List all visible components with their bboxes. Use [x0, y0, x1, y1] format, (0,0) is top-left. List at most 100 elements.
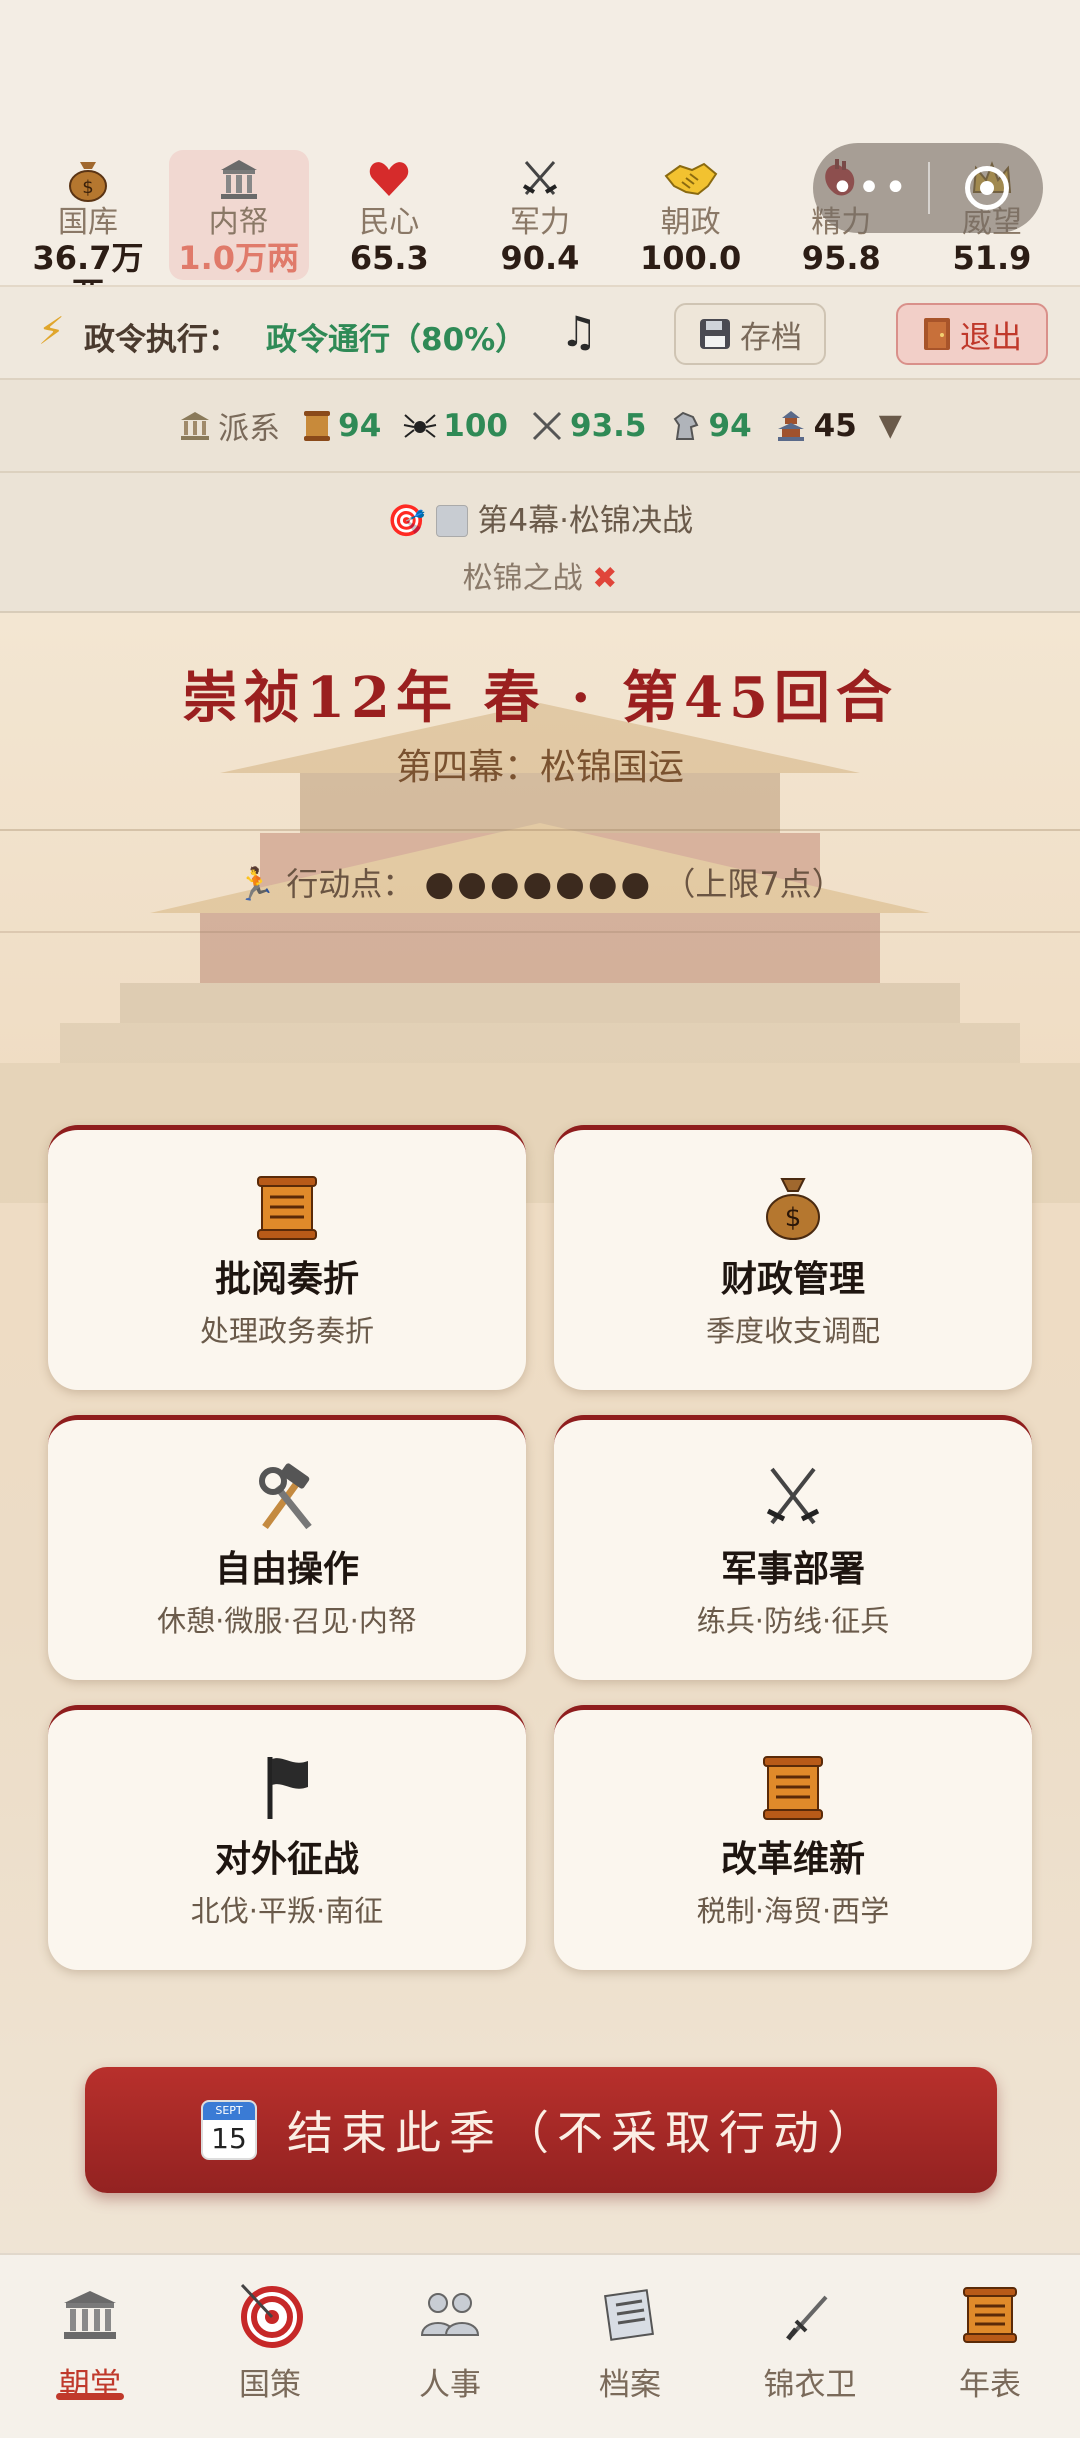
building-icon: [181, 411, 210, 440]
action-points-dots: ●●●●●●●: [424, 864, 654, 904]
stat-label: 国库: [58, 205, 118, 240]
stat-value: 100.0: [640, 239, 742, 277]
stat-value: 51.9: [952, 239, 1032, 277]
floppy-disk-icon: [700, 319, 730, 349]
tab-policy[interactable]: 国策: [180, 2255, 360, 2438]
top-status-area: $ 国库 36.7万两 内帑 1.0万两 民心 65.3 军力 90.4: [0, 0, 1080, 312]
chapter-panel: 🎯 第4幕·松锦决战 松锦之战 ✖: [0, 473, 1080, 613]
factions-bar[interactable]: 派系 94 100 93.5 94 45 ▼: [0, 380, 1080, 473]
stat-label: 朝政: [660, 205, 721, 240]
faction-value: 94: [338, 407, 382, 444]
heart-icon: [319, 156, 459, 206]
miniprogram-capsule: •••: [813, 143, 1043, 233]
divider: [0, 829, 1080, 831]
faction-item: 94: [302, 408, 381, 444]
more-menu-icon[interactable]: •••: [813, 165, 928, 211]
card-subtitle: 处理政务奏折: [199, 1314, 374, 1348]
card-reform[interactable]: 改革维新 税制·海贸·西学: [554, 1705, 1032, 1970]
palace-icon: [64, 2291, 116, 2339]
card-subtitle: 北伐·平叛·南征: [190, 1894, 384, 1928]
lightning-icon: ⚡: [38, 309, 65, 353]
battle-name: 松锦之战: [462, 561, 583, 596]
save-label: 存档: [740, 319, 802, 356]
tab-label: 国策: [239, 2367, 301, 2403]
calendar-day: 15: [211, 2122, 247, 2155]
stat-value: 95.8: [801, 239, 881, 277]
end-season-label: 结束此季（不采取行动）: [287, 2106, 881, 2160]
pagoda-icon: [777, 410, 804, 441]
stat-privy-purse[interactable]: 内帑 1.0万两: [168, 150, 309, 280]
card-expedition[interactable]: 对外征战 北伐·平叛·南征: [48, 1705, 526, 1970]
tab-label: 锦衣卫: [763, 2367, 857, 2403]
turn-headline: 崇祯12年 春 · 第45回合: [182, 665, 898, 731]
spider-icon: [404, 413, 437, 438]
faction-item: 100: [403, 408, 508, 444]
card-subtitle: 休憩·微服·召见·内帑: [157, 1604, 417, 1638]
faction-item: 94: [669, 408, 752, 444]
handshake-icon: [621, 156, 761, 206]
card-free-action[interactable]: 自由操作 休憩·微服·召见·内帑: [48, 1415, 526, 1680]
stat-treasury[interactable]: $ 国库 36.7万两: [18, 150, 158, 312]
card-title: 军事部署: [720, 1549, 865, 1590]
crossed-swords-icon: [766, 1467, 820, 1525]
door-icon: [924, 318, 950, 350]
runner-icon: 🏃: [236, 865, 277, 903]
target-icon: 🎯: [387, 503, 426, 539]
tab-archives[interactable]: 档案: [540, 2255, 720, 2438]
action-points-limit: （上限7点）: [663, 865, 844, 903]
tab-label: 朝堂: [59, 2367, 121, 2403]
faction-value: 93.5: [570, 407, 647, 444]
stat-military[interactable]: 军力 90.4: [470, 150, 610, 280]
crossed-swords-icon: [470, 156, 610, 206]
scroll-icon: [763, 1756, 823, 1820]
building-icon: [169, 156, 309, 206]
stat-court[interactable]: 朝政 100.0: [621, 150, 761, 280]
faction-item: 45: [774, 408, 857, 444]
svg-text:$: $: [82, 177, 93, 198]
calendar-month: SEPT: [203, 2102, 255, 2120]
faction-value: 45: [813, 407, 857, 444]
act-subtitle: 第四幕：松锦国运: [395, 747, 684, 788]
money-bag-icon: $: [18, 156, 158, 206]
horse-icon: [673, 411, 698, 440]
close-miniprogram-button[interactable]: [930, 166, 1043, 210]
end-season-button[interactable]: SEPT 15 结束此季（不采取行动）: [85, 2067, 997, 2193]
exit-button[interactable]: 退出: [896, 303, 1048, 365]
tab-chronicle[interactable]: 年表: [900, 2255, 1080, 2438]
stat-value: 90.4: [500, 239, 580, 277]
tab-label: 年表: [959, 2367, 1021, 2403]
stat-label: 军力: [509, 205, 570, 240]
chapter-title-row: 🎯 第4幕·松锦决战: [0, 495, 1080, 540]
card-review-memorials[interactable]: 批阅奏折 处理政务奏折: [48, 1125, 526, 1390]
target-icon: [240, 2283, 303, 2348]
tab-court[interactable]: 朝堂: [0, 2255, 180, 2438]
action-points-label: 行动点：: [286, 865, 415, 903]
faction-value: 94: [708, 407, 752, 444]
card-title: 财政管理: [720, 1259, 865, 1300]
tab-embroidered-guard[interactable]: 锦衣卫: [720, 2255, 900, 2438]
chapter-title: 第4幕·松锦决战: [477, 503, 693, 539]
hammer-wrench-icon: [259, 1463, 312, 1530]
card-title: 自由操作: [214, 1549, 359, 1590]
card-finance[interactable]: $ 财政管理 季度收支调配: [554, 1125, 1032, 1390]
decree-status: 政令通行（80%）: [266, 322, 527, 358]
crossed-swords-icon: [532, 411, 562, 440]
money-bag-icon: $: [766, 1178, 820, 1240]
save-button[interactable]: 存档: [674, 303, 826, 365]
card-military-deploy[interactable]: 军事部署 练兵·防线·征兵: [554, 1415, 1032, 1680]
expand-factions-icon[interactable]: ▼: [879, 408, 902, 443]
record-icon: [964, 166, 1009, 210]
stat-public-support[interactable]: 民心 65.3: [319, 150, 459, 280]
decree-bar: ⚡ 政令执行： 政令通行（80%） ♫ 存档 退出: [0, 285, 1080, 380]
decree-title: 政令执行：: [84, 322, 239, 358]
stat-label: 内帑: [208, 205, 269, 240]
tab-personnel[interactable]: 人事: [360, 2255, 540, 2438]
bottom-tab-bar: 朝堂 国策 人事 档案 锦衣卫 年表: [0, 2253, 1080, 2438]
card-subtitle: 练兵·防线·征兵: [696, 1604, 890, 1638]
music-toggle-icon[interactable]: ♫: [560, 307, 598, 356]
card-subtitle: 季度收支调配: [705, 1314, 880, 1348]
faction-item: 93.5: [530, 408, 647, 444]
action-points: 🏃 行动点： ●●●●●●● （上限7点）: [0, 859, 1080, 905]
exit-label: 退出: [960, 319, 1022, 356]
calendar-icon: SEPT 15: [201, 2100, 257, 2160]
